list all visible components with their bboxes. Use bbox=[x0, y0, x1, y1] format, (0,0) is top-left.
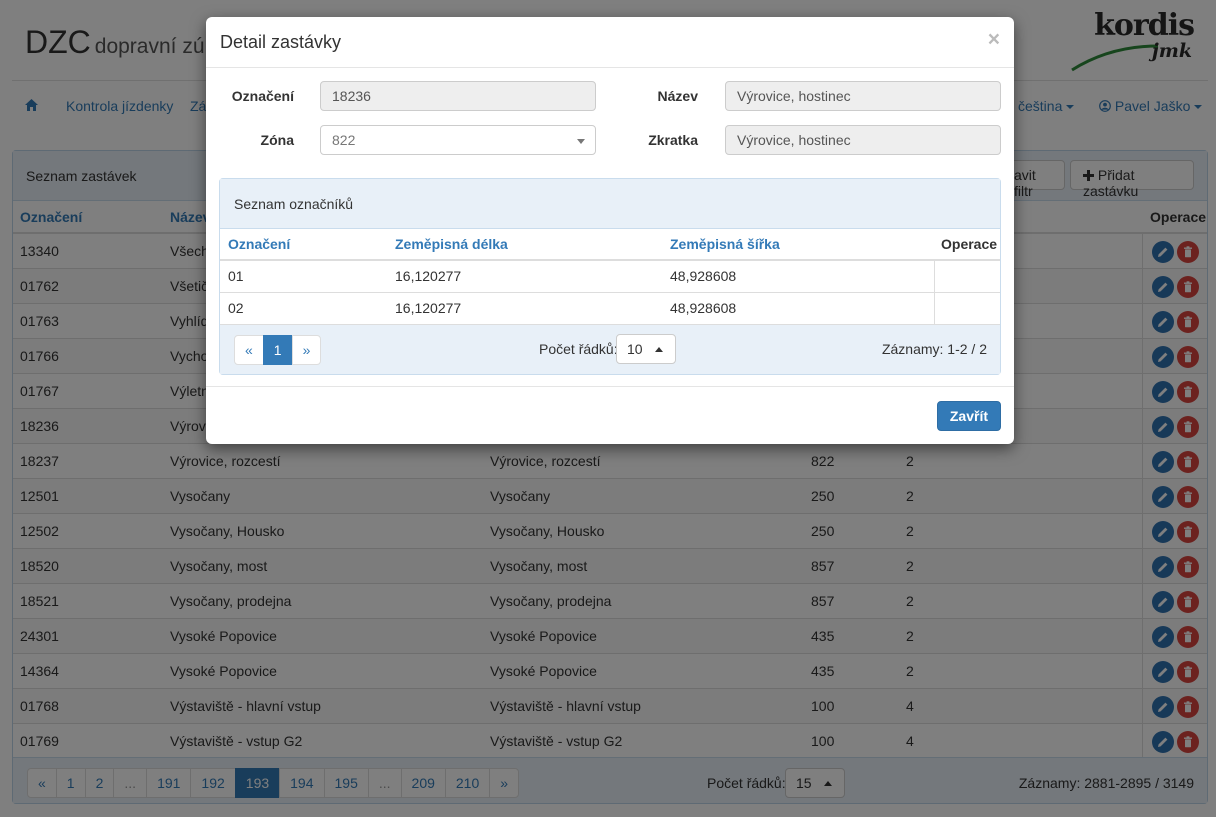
chevron-up-icon bbox=[655, 347, 663, 352]
marker-cell-delka: 16,120277 bbox=[395, 268, 462, 284]
marker-cell-oznaceni: 02 bbox=[228, 300, 244, 316]
markers-footer: «1» Počet řádků: 10 Záznamy: 1-2 / 2 bbox=[220, 325, 1000, 374]
marker-cell-sirka: 48,928608 bbox=[670, 268, 737, 284]
zkratka-field[interactable]: Výrovice, hostinec bbox=[725, 125, 1001, 155]
marker-cell-sirka: 48,928608 bbox=[670, 300, 737, 316]
label-zona: Zóna bbox=[260, 132, 294, 148]
modal-title: Detail zastávky bbox=[220, 32, 342, 52]
markers-pagination: «1» bbox=[234, 335, 322, 365]
markers-header-oznaceni[interactable]: Označení bbox=[228, 236, 290, 252]
marker-row[interactable]: 02 16,120277 48,928608 bbox=[220, 293, 1000, 325]
markers-rows-select[interactable]: 10 bbox=[616, 334, 676, 364]
markers-panel: Seznam označníků Označení Zeměpisná délk… bbox=[219, 178, 1001, 375]
modal-footer-divider bbox=[206, 386, 1014, 387]
markers-page-1[interactable]: 1 bbox=[262, 335, 293, 365]
nazev-field[interactable]: Výrovice, hostinec bbox=[725, 81, 1001, 111]
label-nazev: Název bbox=[657, 88, 698, 104]
markers-table-body: 01 16,120277 48,928608 02 16,120277 48,928608 bbox=[220, 261, 1000, 325]
modal-header: Detail zastávky × bbox=[206, 17, 1014, 68]
stop-detail-modal: Detail zastávky × Označení 18236 Zóna 82… bbox=[206, 17, 1014, 444]
marker-row[interactable]: 01 16,120277 48,928608 bbox=[220, 261, 1000, 293]
markers-header-operace: Operace bbox=[941, 236, 998, 252]
chevron-down-icon bbox=[577, 139, 585, 144]
close-icon[interactable]: × bbox=[988, 28, 1000, 52]
markers-records-count: Záznamy: 1-2 / 2 bbox=[881, 341, 987, 357]
zona-select[interactable]: 822 bbox=[320, 125, 596, 155]
markers-header-delka[interactable]: Zeměpisná délka bbox=[395, 236, 508, 252]
markers-panel-header: Seznam označníků bbox=[220, 179, 1000, 229]
markers-page-prev[interactable]: « bbox=[234, 335, 264, 365]
marker-cell-oznaceni: 01 bbox=[228, 268, 244, 284]
markers-panel-title: Seznam označníků bbox=[234, 196, 354, 212]
label-zkratka: Zkratka bbox=[648, 132, 698, 148]
markers-rows-value: 10 bbox=[627, 341, 643, 357]
markers-rows-label: Počet řádků: bbox=[539, 341, 618, 357]
label-oznaceni: Označení bbox=[231, 88, 294, 104]
markers-page-next[interactable]: » bbox=[291, 335, 322, 365]
markers-table-header: Označení Zeměpisná délka Zeměpisná šířka… bbox=[220, 229, 1000, 261]
markers-header-sirka[interactable]: Zeměpisná šířka bbox=[670, 236, 780, 252]
zona-value: 822 bbox=[332, 132, 356, 148]
oznaceni-field[interactable]: 18236 bbox=[320, 81, 596, 111]
marker-operations bbox=[934, 261, 1000, 292]
close-button[interactable]: Zavřít bbox=[936, 401, 1001, 431]
marker-cell-delka: 16,120277 bbox=[395, 300, 462, 316]
marker-operations bbox=[934, 293, 1000, 324]
